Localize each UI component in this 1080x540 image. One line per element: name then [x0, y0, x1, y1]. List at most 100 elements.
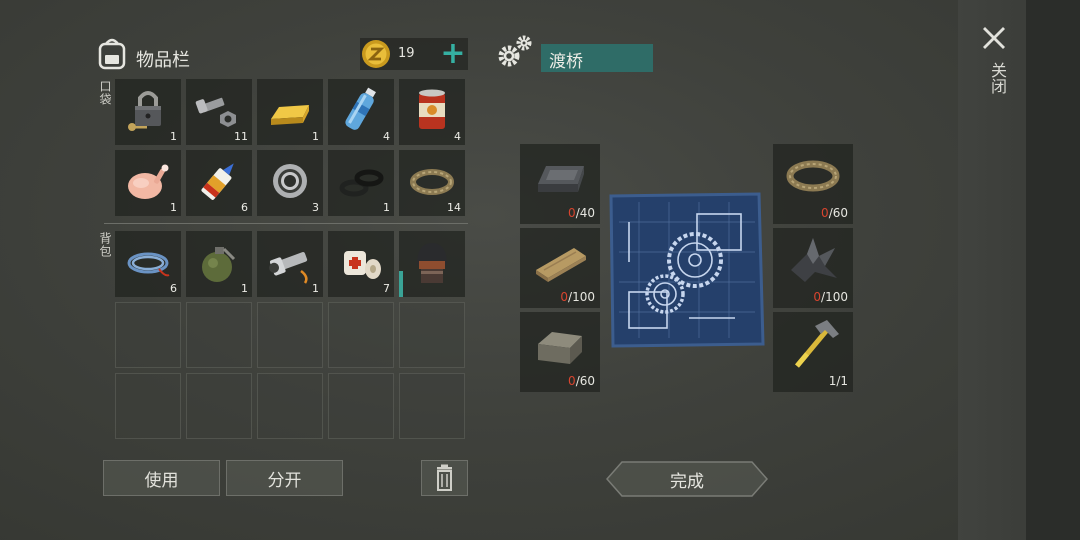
inventory-slot[interactable]: 1: [115, 79, 181, 145]
empty-slot[interactable]: [399, 302, 465, 368]
wood-plank-icon: [536, 248, 586, 282]
empty-slot[interactable]: [257, 373, 323, 439]
glue-tube-icon: [201, 163, 234, 200]
item-quantity: 1: [312, 282, 319, 295]
inventory-title: 物品栏: [136, 50, 190, 71]
requirement-count: 0/100: [560, 290, 595, 304]
item-quantity: 1: [170, 201, 177, 214]
item-quantity: 1: [241, 282, 248, 295]
have-count: 0: [821, 206, 829, 220]
need-count: /40: [575, 206, 595, 220]
inventory-slot[interactable]: 1: [186, 231, 252, 297]
requirement-count: 0/60: [821, 206, 848, 220]
inventory-slot[interactable]: [399, 231, 465, 297]
delete-button[interactable]: [421, 460, 468, 496]
item-quantity: 4: [383, 130, 390, 143]
requirement-slot[interactable]: 0/40: [520, 144, 600, 224]
requirement-count: 0/40: [568, 206, 595, 220]
empty-slot[interactable]: [328, 302, 394, 368]
bandage-icon: [344, 251, 381, 279]
empty-slot[interactable]: [399, 373, 465, 439]
empty-slot[interactable]: [115, 373, 181, 439]
backpack-grid: 6 1 1 7: [115, 231, 465, 439]
stone-block-icon: [538, 332, 582, 364]
requirement-slot[interactable]: 0/60: [520, 312, 600, 392]
rubber-rings-icon: [339, 169, 384, 197]
inventory-slot[interactable]: 1: [115, 150, 181, 216]
inventory-slot[interactable]: 14: [399, 150, 465, 216]
coin-icon: [362, 40, 390, 68]
coin-balance: 19 +: [360, 38, 468, 70]
item-quantity: 1: [170, 130, 177, 143]
inventory-slot[interactable]: 4: [399, 79, 465, 145]
need-count: /100: [568, 290, 595, 304]
durability-bar: [399, 271, 403, 297]
close-icon[interactable]: [980, 24, 1008, 52]
done-button[interactable]: 完成: [606, 461, 768, 497]
gears-icon: [498, 35, 532, 67]
trash-icon: [437, 464, 452, 491]
need-count: /100: [821, 290, 848, 304]
rope-icon: [410, 169, 454, 195]
empty-slot[interactable]: [115, 302, 181, 368]
item-quantity: 4: [454, 130, 461, 143]
inventory-slot[interactable]: 1: [257, 231, 323, 297]
inventory-slot[interactable]: 3: [257, 150, 323, 216]
item-quantity: 7: [383, 282, 390, 295]
have-count: 0: [568, 374, 576, 388]
item-quantity: 1: [312, 130, 319, 143]
section-divider: [104, 223, 468, 224]
bolt-nut-icon: [195, 97, 236, 127]
requirement-slot[interactable]: 0/60: [773, 144, 853, 224]
flashlight-icon: [269, 252, 308, 284]
wire-coil-icon: [127, 252, 170, 277]
item-quantity: 14: [447, 201, 461, 214]
inventory-slot[interactable]: 6: [186, 150, 252, 216]
need-count: /60: [575, 374, 595, 388]
empty-slot[interactable]: [328, 373, 394, 439]
item-quantity: 6: [241, 201, 248, 214]
pocket-label: 口袋: [98, 80, 112, 106]
canned-food-icon: [419, 89, 445, 129]
requirement-count: 1/1: [829, 374, 848, 388]
coin-count: 19: [398, 46, 415, 61]
side-edge: [1026, 0, 1080, 540]
have-count: 0: [560, 290, 569, 304]
requirement-slot[interactable]: 1/1: [773, 312, 853, 392]
rope-icon: [786, 160, 840, 192]
inventory-slot[interactable]: 4: [328, 79, 394, 145]
need-count: 1/1: [828, 374, 848, 388]
backpack-icon: [98, 38, 126, 70]
requirement-slot[interactable]: 0/100: [773, 228, 853, 308]
inventory-header: 物品栏 19 +: [96, 36, 468, 72]
have-count: 0: [568, 206, 576, 220]
padlock-icon: [128, 91, 161, 131]
requirement-slot[interactable]: 0/100: [520, 228, 600, 308]
item-quantity: 1: [383, 201, 390, 214]
water-bottle-icon: [345, 87, 376, 130]
empty-slot[interactable]: [186, 373, 252, 439]
item-quantity: 6: [170, 282, 177, 295]
inventory-slot[interactable]: 1: [328, 150, 394, 216]
inventory-slot[interactable]: 7: [328, 231, 394, 297]
empty-slot[interactable]: [186, 302, 252, 368]
side-panel: [958, 0, 1080, 540]
add-coins-button[interactable]: +: [438, 38, 468, 70]
raw-chicken-icon: [128, 164, 169, 199]
bearing-icon: [273, 164, 307, 198]
inventory-slot[interactable]: 11: [186, 79, 252, 145]
empty-slot[interactable]: [257, 302, 323, 368]
done-label: 完成: [670, 471, 704, 492]
need-count: /60: [828, 206, 848, 220]
have-count: 0: [813, 290, 822, 304]
split-button[interactable]: 分开: [226, 460, 343, 496]
item-quantity: 3: [312, 201, 319, 214]
inventory-slot[interactable]: 6: [115, 231, 181, 297]
use-button[interactable]: 使用: [103, 460, 220, 496]
close-label[interactable]: 关闭: [985, 62, 1009, 94]
iron-ingot-icon: [538, 166, 584, 192]
inventory-slot[interactable]: 1: [257, 79, 323, 145]
helmet-icon: [417, 243, 447, 283]
pocket-grid: 1 11 1 4 4 1 6 3 1 14: [115, 79, 465, 216]
gold-bar-icon: [271, 105, 309, 125]
